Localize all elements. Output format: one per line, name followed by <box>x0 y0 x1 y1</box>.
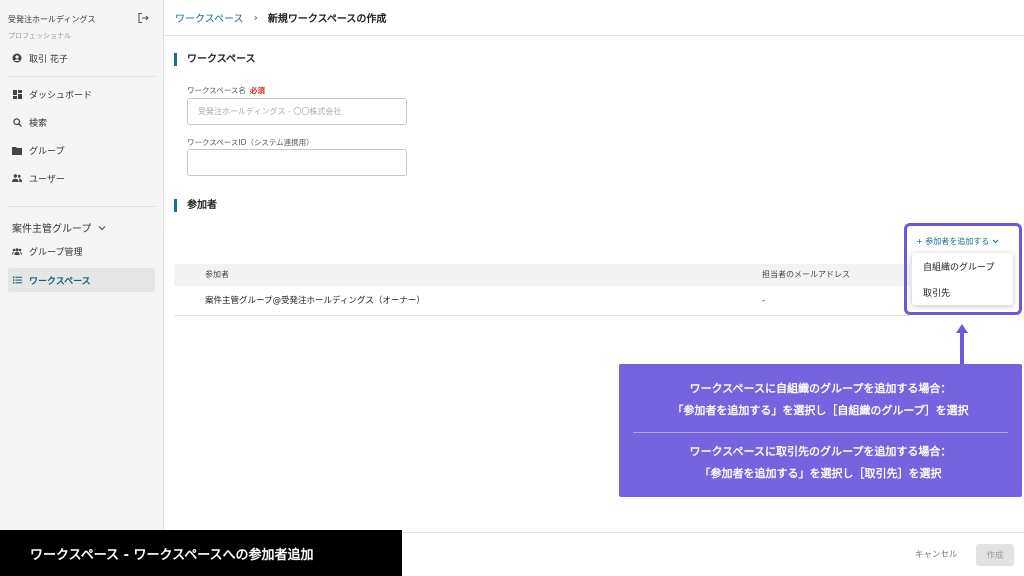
users-icon <box>12 173 22 183</box>
sidebar-item-label: ユーザー <box>29 174 65 185</box>
workspace-id-label: ワークスペースID（システム連携用） <box>187 138 314 147</box>
sidebar-item-label: 検索 <box>29 118 48 129</box>
participant-email: - <box>762 296 766 306</box>
chevron-right-icon: › <box>253 11 258 24</box>
participants-section-title: 参加者 <box>174 199 217 212</box>
callout-line: 「参加者を追加する」を選択し［取引先］を選択 <box>699 467 942 480</box>
column-header-email: 担当者のメールアドレス <box>762 270 850 279</box>
logout-icon[interactable] <box>137 12 149 24</box>
sidebar-item-label: グループ管理 <box>29 247 83 258</box>
callout-divider <box>633 432 1008 433</box>
folder-icon <box>12 145 22 155</box>
sidebar-item-users[interactable]: ユーザー <box>8 166 155 190</box>
sidebar-divider <box>8 206 155 207</box>
sidebar-item-groups[interactable]: グループ <box>8 138 155 162</box>
arrow-up-icon <box>956 324 968 364</box>
workspace-name-input[interactable] <box>187 98 407 125</box>
caption-banner: ワークスペース - ワークスペースへの参加者追加 <box>0 530 402 576</box>
workspace-name-label: ワークスペース名 必須 <box>187 85 265 96</box>
required-badge: 必須 <box>249 86 265 95</box>
group-icon <box>12 246 22 256</box>
sidebar-item-label: グループ <box>29 146 65 157</box>
highlight-frame <box>904 223 1022 315</box>
column-header-participant: 参加者 <box>205 270 229 279</box>
callout-line: ワークスペースに取引先のグループを追加する場合： <box>689 445 952 458</box>
callout-line: ワークスペースに自組織のグループを追加する場合： <box>689 382 952 395</box>
plan-label: プロフェッショナル <box>8 32 71 40</box>
sidebar-item-search[interactable]: 検索 <box>8 110 155 134</box>
user-menu[interactable]: 取引 花子 <box>8 46 155 70</box>
sidebar-item-workspace[interactable]: ワークスペース <box>8 268 155 292</box>
account-icon <box>12 53 22 63</box>
table-row: 案件主管グループ@受発注ホールディングス（オーナー） - <box>174 289 910 316</box>
search-icon <box>12 117 22 127</box>
participants-table-header: 参加者 担当者のメールアドレス <box>174 264 910 286</box>
workspace-section-title: ワークスペース <box>174 53 256 66</box>
field-label-text: ワークスペース名 <box>187 86 246 95</box>
group-section-toggle[interactable]: 案件主管グループ <box>12 220 106 235</box>
list-icon <box>12 275 22 285</box>
participant-name: 案件主管グループ@受発注ホールディングス（オーナー） <box>205 296 425 306</box>
sidebar-item-group-management[interactable]: グループ管理 <box>8 239 155 263</box>
org-name: 受発注ホールディングス <box>8 15 96 24</box>
sidebar-item-label: ワークスペース <box>29 276 91 287</box>
sidebar-item-label: ダッシュボード <box>29 90 93 101</box>
breadcrumb: ワークスペース › 新規ワークスペースの作成 <box>164 0 1024 36</box>
cancel-button[interactable]: キャンセル <box>915 548 958 560</box>
sidebar-divider <box>8 76 155 77</box>
chevron-down-icon <box>98 225 106 230</box>
user-name: 取引 花子 <box>29 54 68 65</box>
workspace-id-input[interactable] <box>187 149 407 176</box>
group-section-title: 案件主管グループ <box>12 224 92 235</box>
create-button[interactable]: 作成 <box>976 544 1014 566</box>
breadcrumb-link[interactable]: ワークスペース <box>175 10 244 25</box>
sidebar: 受発注ホールディングス プロフェッショナル 取引 花子 ダッシュボード 検索 グ… <box>0 0 164 576</box>
sidebar-item-dashboard[interactable]: ダッシュボード <box>8 82 155 106</box>
callout-line: 「参加者を追加する」を選択し［自組織のグループ］を選択 <box>672 404 969 417</box>
dashboard-icon <box>12 89 22 99</box>
annotation-callout: ワークスペースに自組織のグループを追加する場合： 「参加者を追加する」を選択し［… <box>619 364 1022 497</box>
page-title: 新規ワークスペースの作成 <box>267 14 387 25</box>
